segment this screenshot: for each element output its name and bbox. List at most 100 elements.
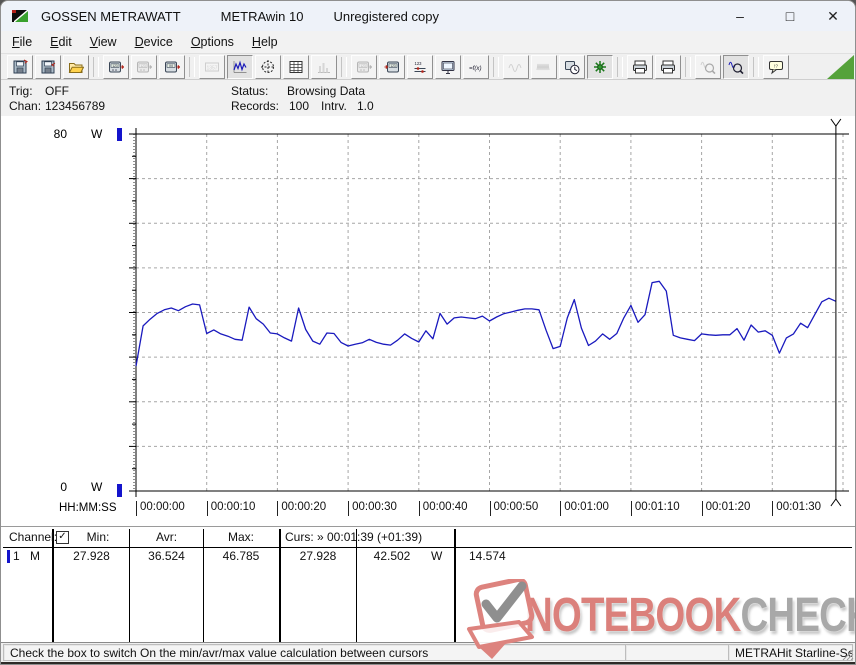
menu-bar: File Edit View Device Options Help — [1, 31, 855, 54]
channel-color-marker — [7, 550, 10, 563]
x-tick-label: 00:01:10 — [630, 501, 680, 516]
wave-expand-button[interactable] — [531, 54, 557, 79]
multichannel-icon — [594, 60, 606, 73]
export-icon: 123 — [357, 61, 372, 72]
resize-grip[interactable] — [841, 648, 854, 661]
col-header-channel: Channel: — [9, 530, 58, 544]
title-vendor: GOSSEN METRAWATT — [41, 8, 181, 24]
print-button[interactable] — [627, 54, 653, 79]
y-unit-top: W — [91, 127, 103, 141]
channel-config-button[interactable]: 123 — [407, 54, 433, 79]
device-write-icon: 123 — [384, 61, 399, 72]
save-as-button[interactable] — [35, 54, 61, 79]
formula-button[interactable]: =f(x) — [463, 54, 489, 79]
table-divider — [454, 529, 456, 642]
table-header-rule — [3, 547, 852, 548]
hint-icon: !? — [769, 60, 783, 74]
col-header-avr: Avr: — [155, 530, 178, 544]
wave-compress-icon — [508, 63, 522, 72]
toolbar-separator — [341, 56, 347, 77]
x-tick-label: 00:01:20 — [701, 501, 750, 516]
interval-value: 1.0 — [357, 99, 374, 113]
title-app-name: METRAwin 10 — [220, 8, 304, 24]
device-read-icon: 123 — [109, 61, 124, 72]
menu-options[interactable]: Options — [182, 33, 243, 51]
open-file-button[interactable] — [63, 54, 89, 79]
notebookcheck-watermark: NOTEBOOKCHECK — [525, 588, 855, 643]
toolbar-separator — [685, 56, 691, 77]
print-preview-button[interactable] — [655, 54, 681, 79]
zoom-out-icon — [700, 61, 716, 74]
device-read-alt-button[interactable]: 123 — [131, 54, 157, 79]
value-unit: W — [431, 549, 443, 563]
x-tick-label: 00:01:30 — [772, 501, 821, 516]
table-divider — [203, 529, 204, 642]
y-cursor-bottom-handle[interactable] — [117, 484, 122, 497]
device-read-button[interactable]: 123 — [103, 54, 129, 79]
numeric-view-button[interactable]: 1357 — [199, 54, 225, 79]
device-memory-icon: M — [165, 61, 180, 72]
zoom-out-button[interactable] — [695, 54, 721, 79]
menu-device[interactable]: Device — [126, 33, 182, 51]
value-min: 27.928 — [73, 549, 110, 563]
table-view-button[interactable] — [283, 54, 309, 79]
time-config-button[interactable] — [559, 54, 585, 79]
formula-icon: =f(x) — [469, 65, 482, 72]
device-write-button[interactable]: 123 — [379, 54, 405, 79]
wave-expand-icon — [536, 63, 550, 70]
export-button[interactable]: 123 — [351, 54, 377, 79]
monitor-view-button[interactable] — [435, 54, 461, 79]
power-trace — [135, 280, 837, 367]
toolbar-separator — [617, 56, 623, 77]
save-icon — [13, 59, 28, 73]
menu-file[interactable]: File — [3, 33, 41, 51]
numeric-view-icon: 1357 — [205, 62, 219, 71]
interval-label: Intrv. — [321, 99, 347, 113]
hint-button[interactable]: !? — [763, 54, 789, 79]
menu-view[interactable]: View — [81, 33, 126, 51]
value-delta: 14.574 — [469, 549, 506, 563]
zoom-in-icon — [728, 61, 744, 74]
svg-text:1357: 1357 — [206, 65, 217, 71]
watermark-word1: NOTEBOOK — [525, 589, 741, 642]
save-button[interactable] — [7, 54, 33, 79]
graph-view-button[interactable] — [227, 54, 253, 79]
power-chart — [117, 118, 849, 507]
title-license: Unregistered copy — [333, 8, 439, 24]
watermark-word2: CHECK — [740, 589, 855, 642]
value-avr: 36.524 — [148, 549, 185, 563]
y-cursor-top-handle[interactable] — [117, 128, 122, 141]
toolbar-separator — [189, 56, 195, 77]
table-view-icon — [289, 60, 303, 73]
wave-compress-button[interactable] — [503, 54, 529, 79]
maximize-button[interactable]: □ — [767, 1, 813, 31]
toolbar: 123 123 M 1357 123 123 123 =f(x)!? — [1, 54, 855, 80]
device-info-panel: Trig: OFF Chan: 123456789 Status: Browsi… — [1, 80, 855, 117]
bargraph-view-button[interactable] — [311, 54, 337, 79]
svg-text:123: 123 — [360, 63, 366, 67]
toolbar-separator — [93, 56, 99, 77]
value-cursor-a: 27.928 — [299, 549, 337, 563]
svg-text:123: 123 — [415, 61, 423, 66]
status-empty-panel — [625, 644, 739, 661]
close-button[interactable]: ✕ — [810, 1, 855, 31]
svg-text:!?: !? — [774, 63, 778, 68]
y-max-label: 80 — [53, 127, 67, 141]
col-header-cursor: Curs: » 00:01:39 (+01:39) — [285, 530, 423, 544]
records-label: Records: — [231, 99, 280, 113]
multichannel-button[interactable] — [587, 54, 613, 79]
toolbar-separator — [753, 56, 759, 77]
zoom-in-button[interactable] — [723, 54, 749, 79]
menu-help[interactable]: Help — [243, 33, 287, 51]
bargraph-view-icon — [318, 62, 330, 73]
minimize-button[interactable]: – — [717, 1, 763, 31]
cursor-view-button[interactable] — [255, 54, 281, 79]
x-tick-label: 00:00:20 — [277, 501, 326, 516]
records-value: 100 — [289, 99, 310, 113]
notebookcheck-laptop-icon — [467, 579, 535, 659]
col-header-min: Min: — [86, 530, 110, 544]
value-cursor-b: 42.502 — [373, 549, 411, 563]
app-window: GOSSEN METRAWATT METRAwin 10 Unregistere… — [0, 0, 856, 665]
menu-edit[interactable]: Edit — [41, 33, 81, 51]
device-memory-button[interactable]: M — [159, 54, 185, 79]
